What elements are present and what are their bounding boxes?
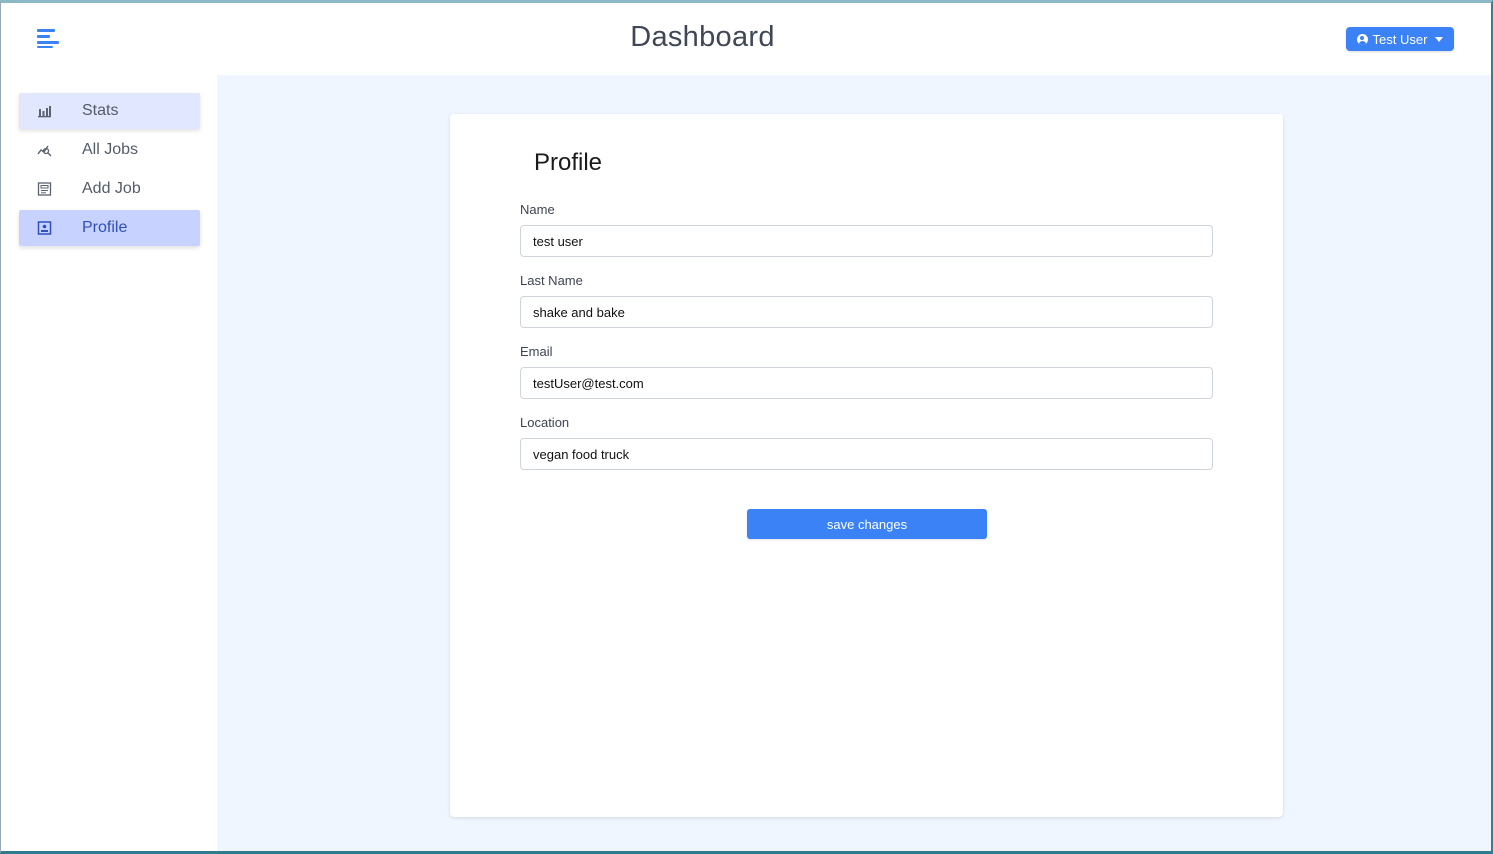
user-menu-button[interactable]: Test User [1346,27,1454,51]
top-navbar: Dashboard Test User [1,3,1491,75]
sidebar: Stats All Jobs Add Job Profile [1,75,217,851]
sidebar-item-label: Add Job [82,180,141,197]
app-window: Dashboard Test User Stats All Jobs Add J… [0,0,1493,854]
sidebar-item-label: Profile [82,219,128,236]
profile-card-icon [37,221,52,235]
form-icon [37,182,52,196]
last-name-label: Last Name [520,273,583,288]
sidebar-item-add-job[interactable]: Add Job [19,171,200,207]
sidebar-item-all-jobs[interactable]: All Jobs [19,132,200,168]
profile-title: Profile [534,149,603,176]
bar-chart-icon [38,106,51,118]
name-label: Name [520,202,555,217]
sidebar-item-label: Stats [82,102,119,119]
sidebar-item-stats[interactable]: Stats [19,93,200,129]
caret-down-icon [1435,36,1444,42]
last-name-input[interactable] [520,296,1213,328]
main-content: Profile Name Last Name Email Location sa… [217,75,1491,851]
email-label: Email [520,344,553,359]
location-input[interactable] [520,438,1213,470]
sidebar-item-profile[interactable]: Profile [19,210,200,246]
user-circle-icon [1356,33,1368,45]
user-name-label: Test User [1372,31,1428,47]
save-changes-button[interactable]: save changes [747,509,987,539]
name-input[interactable] [520,225,1213,257]
location-label: Location [520,415,570,430]
query-stats-icon [37,145,52,157]
sidebar-item-label: All Jobs [82,141,139,158]
page-title: Dashboard [630,21,775,53]
profile-card: Profile Name Last Name Email Location sa… [450,114,1283,817]
email-input[interactable] [520,367,1213,399]
